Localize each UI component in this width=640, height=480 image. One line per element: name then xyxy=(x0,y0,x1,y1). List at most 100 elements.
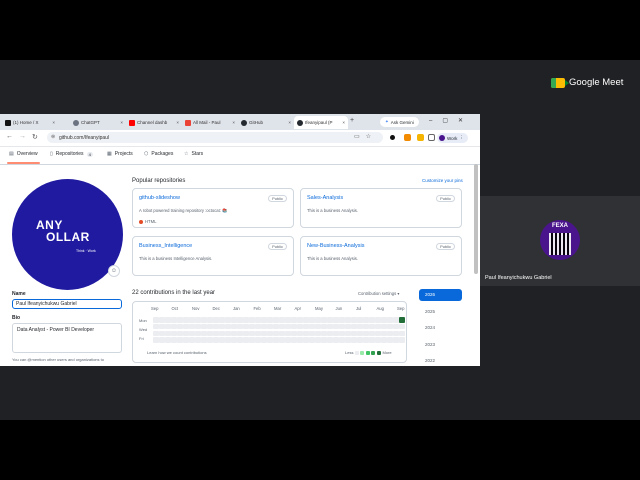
contribution-cell[interactable] xyxy=(261,317,267,323)
participant-tile[interactable]: FEXA Paul Ifeanyichukwu Gabriel xyxy=(480,196,640,286)
page-scrollbar[interactable] xyxy=(474,164,478,274)
contribution-cell[interactable] xyxy=(165,337,171,343)
contribution-cell[interactable] xyxy=(309,330,315,337)
contribution-cell[interactable] xyxy=(375,330,381,337)
contribution-cell[interactable] xyxy=(195,337,201,343)
contribution-cell[interactable] xyxy=(213,323,219,330)
profile-avatar[interactable]: ANY OLLAR Think · Work xyxy=(12,179,123,290)
contribution-cell[interactable] xyxy=(213,317,219,323)
contribution-cell[interactable] xyxy=(303,337,309,343)
contribution-cell[interactable] xyxy=(249,330,255,337)
close-icon[interactable]: × xyxy=(232,120,235,125)
contribution-cell[interactable] xyxy=(375,317,381,323)
contribution-cell[interactable] xyxy=(171,330,177,337)
contribution-cell[interactable] xyxy=(369,337,375,343)
contribution-cell[interactable] xyxy=(285,330,291,337)
contribution-cell[interactable] xyxy=(279,317,285,323)
contribution-cell[interactable] xyxy=(255,330,261,337)
contribution-cell[interactable] xyxy=(183,323,189,330)
contribution-cell[interactable] xyxy=(261,330,267,337)
contribution-cell[interactable] xyxy=(399,323,405,330)
menu-dots-icon[interactable]: ⋮ xyxy=(459,135,464,141)
contribution-cell[interactable] xyxy=(309,337,315,343)
contribution-cell[interactable] xyxy=(177,317,183,323)
contribution-cell[interactable] xyxy=(369,330,375,337)
close-icon[interactable]: × xyxy=(176,120,179,125)
contribution-cell[interactable] xyxy=(273,337,279,343)
back-icon[interactable]: ← xyxy=(6,133,13,140)
contribution-cell[interactable] xyxy=(333,337,339,343)
contribution-cell[interactable] xyxy=(393,337,399,343)
contribution-cell[interactable] xyxy=(165,323,171,330)
contribution-cell[interactable] xyxy=(315,330,321,337)
contribution-cell[interactable] xyxy=(201,317,207,323)
customize-pins-link[interactable]: Customize your pins xyxy=(422,178,463,183)
contribution-cell[interactable] xyxy=(393,330,399,337)
contribution-cell[interactable] xyxy=(303,330,309,337)
contribution-cell[interactable] xyxy=(279,337,285,343)
contribution-cell[interactable] xyxy=(207,330,213,337)
profile-work-badge[interactable]: Work ⋮ xyxy=(437,133,468,143)
contribution-cell[interactable] xyxy=(183,330,189,337)
extension-badge-icon[interactable] xyxy=(417,134,424,141)
contribution-cell[interactable] xyxy=(321,317,327,323)
contribution-cell[interactable] xyxy=(297,317,303,323)
contribution-cell[interactable] xyxy=(243,323,249,330)
contribution-cell[interactable] xyxy=(207,323,213,330)
tab-projects[interactable]: ▦ Projects xyxy=(107,151,133,157)
contribution-cell[interactable] xyxy=(153,323,159,330)
contribution-cell[interactable] xyxy=(153,337,159,343)
contribution-settings-button[interactable]: Contribution settings ▾ xyxy=(358,291,399,296)
repo-link[interactable]: New-Business-Analysis xyxy=(307,243,364,249)
contribution-cell[interactable] xyxy=(381,323,387,330)
site-info-icon[interactable]: ⊜ xyxy=(51,134,55,140)
contribution-cell[interactable] xyxy=(273,330,279,337)
contribution-cell[interactable] xyxy=(255,337,261,343)
contribution-cell[interactable] xyxy=(345,337,351,343)
contribution-cell[interactable] xyxy=(357,337,363,343)
contribution-cell[interactable] xyxy=(213,337,219,343)
contribution-cell[interactable] xyxy=(303,317,309,323)
contribution-cell[interactable] xyxy=(291,323,297,330)
contribution-cell[interactable] xyxy=(231,317,237,323)
contribution-cell[interactable] xyxy=(225,323,231,330)
contribution-cell[interactable] xyxy=(357,330,363,337)
contribution-cell[interactable] xyxy=(369,317,375,323)
contribution-cell[interactable] xyxy=(345,323,351,330)
contribution-cell[interactable] xyxy=(393,323,399,330)
contribution-cell[interactable] xyxy=(207,337,213,343)
repo-link[interactable]: Sales-Analysis xyxy=(307,195,343,201)
contribution-cell[interactable] xyxy=(159,317,165,323)
year-2024[interactable]: 2024 xyxy=(419,322,462,334)
contribution-cell[interactable] xyxy=(351,330,357,337)
contribution-cell[interactable] xyxy=(171,323,177,330)
year-2026[interactable]: 2026 xyxy=(419,289,462,301)
browser-tab-active[interactable]: Ifeanyipaul (P × xyxy=(294,116,348,129)
contribution-cell[interactable] xyxy=(339,323,345,330)
contribution-cell[interactable] xyxy=(219,323,225,330)
contribution-cell[interactable] xyxy=(237,317,243,323)
contribution-cell[interactable] xyxy=(165,330,171,337)
tab-repositories[interactable]: ▯ Repositories 4 xyxy=(50,151,93,157)
contribution-cell[interactable] xyxy=(399,337,405,343)
contribution-cell[interactable] xyxy=(231,323,237,330)
contribution-cell[interactable] xyxy=(279,330,285,337)
contribution-cell[interactable] xyxy=(195,330,201,337)
contribution-cell[interactable] xyxy=(219,317,225,323)
contribution-cell[interactable] xyxy=(195,317,201,323)
contribution-cell[interactable] xyxy=(375,323,381,330)
contribution-cell[interactable] xyxy=(345,330,351,337)
contribution-cell[interactable] xyxy=(243,330,249,337)
contribution-cell[interactable] xyxy=(351,323,357,330)
contribution-cell[interactable] xyxy=(267,317,273,323)
contribution-cell[interactable] xyxy=(345,317,351,323)
browser-tab[interactable]: GitHub × xyxy=(238,116,294,129)
contribution-cell[interactable] xyxy=(237,337,243,343)
contribution-cell[interactable] xyxy=(159,323,165,330)
contribution-cell[interactable] xyxy=(315,337,321,343)
contribution-cell[interactable] xyxy=(315,317,321,323)
reload-icon[interactable]: ↻ xyxy=(32,133,38,141)
contribution-cell[interactable] xyxy=(291,337,297,343)
contribution-cell[interactable] xyxy=(381,330,387,337)
contribution-cell[interactable] xyxy=(219,337,225,343)
